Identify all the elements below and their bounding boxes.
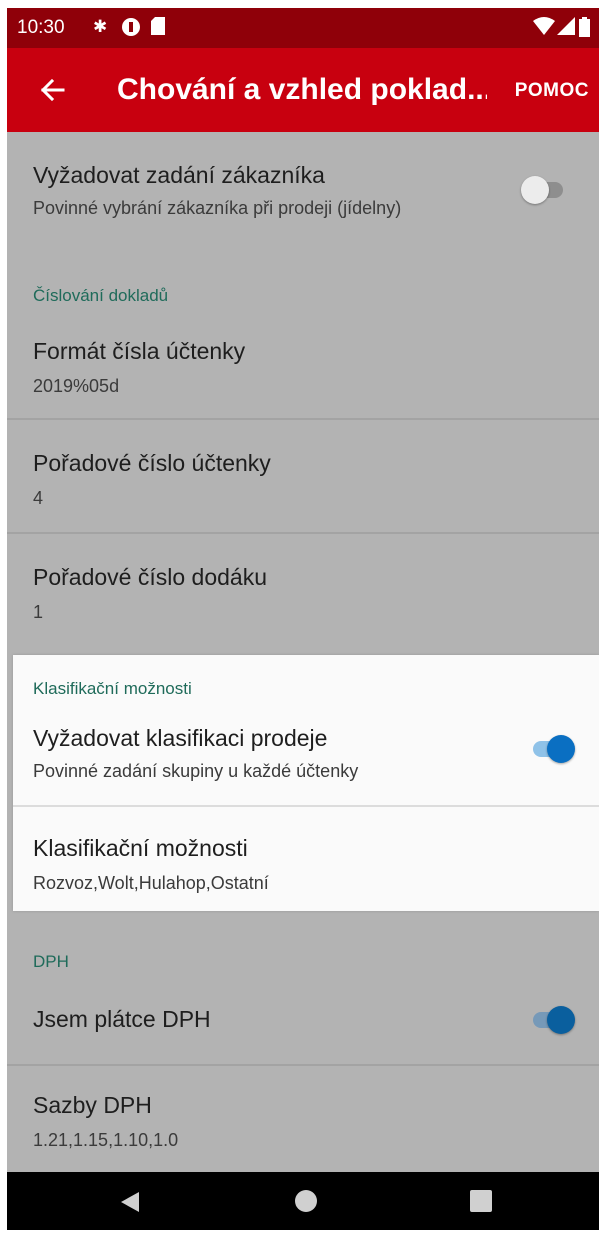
setting-require-classification[interactable]: Vyžadovat klasifikaci prodeje Povinné za… [13,709,599,805]
category-classification: Klasifikační možnosti [33,679,192,698]
page-title: Chování a vzhled poklad... [117,73,487,106]
status-time: 10:30 [17,17,65,38]
app-bar: Chování a vzhled poklad... POMOC [7,48,599,132]
back-arrow-icon[interactable] [33,70,73,110]
setting-value: 1.21,1.15,1.10,1.0 [33,1130,179,1150]
vat-payer-toggle[interactable] [529,1004,579,1034]
setting-vat-rates[interactable]: Sazby DPH 1.21,1.15,1.10,1.0 [7,1066,599,1172]
signal-icon [557,17,575,40]
setting-summary: Povinné vybrání zákazníka při prodeji (j… [33,198,402,218]
toggle-thumb [547,1006,575,1034]
sd-card-icon [151,17,165,40]
setting-title: Sazby DPH [33,1092,152,1118]
back-nav-icon[interactable] [119,1190,141,1219]
setting-require-customer[interactable]: Vyžadovat zadání zákazníka Povinné vybrá… [7,132,599,242]
bluetooth-icon: ✱ [93,17,108,36]
recents-nav-icon[interactable] [470,1190,492,1217]
setting-value: 1 [33,602,44,622]
toggle-thumb [521,176,549,204]
battery-icon [579,17,590,42]
setting-title: Vyžadovat klasifikaci prodeje [33,725,328,751]
setting-title: Pořadové číslo účtenky [33,450,271,476]
category-vat: DPH [33,952,69,971]
setting-classification-options[interactable]: Klasifikační možnosti Rozvoz,Wolt,Hulaho… [13,807,599,911]
setting-title: Jsem plátce DPH [33,1006,211,1032]
setting-value: 4 [33,488,44,508]
setting-title: Klasifikační možnosti [33,835,248,861]
setting-title: Pořadové číslo dodáku [33,564,267,590]
setting-value: 2019%05d [33,376,120,396]
require-classification-toggle[interactable] [529,733,579,763]
home-nav-icon[interactable] [294,1189,318,1218]
wifi-icon [533,17,555,40]
navigation-bar [7,1172,599,1230]
setting-summary: Povinné zadání skupiny u každé účtenky [33,761,359,781]
classification-section: Klasifikační možnosti Vyžadovat klasifik… [13,655,599,911]
setting-vat-payer[interactable]: Jsem plátce DPH [7,984,599,1064]
status-bar: 10:30 ✱ [7,8,599,48]
require-customer-toggle[interactable] [521,174,571,204]
data-saver-icon [121,17,141,42]
setting-receipt-format[interactable]: Formát čísla účtenky 2019%05d [7,318,599,418]
setting-value: Rozvoz,Wolt,Hulahop,Ostatní [33,873,269,893]
category-numbering: Číslování dokladů [33,286,169,305]
setting-title: Formát čísla účtenky [33,338,246,364]
app-screen: 10:30 ✱ Chování a vzhled poklad... POMOC… [7,8,599,1230]
toggle-thumb [547,735,575,763]
setting-receipt-sequence[interactable]: Pořadové číslo účtenky 4 [7,420,599,532]
setting-title: Vyžadovat zadání zákazníka [33,162,325,188]
setting-delivery-sequence[interactable]: Pořadové číslo dodáku 1 [7,534,599,654]
help-button[interactable]: POMOC [515,80,589,102]
